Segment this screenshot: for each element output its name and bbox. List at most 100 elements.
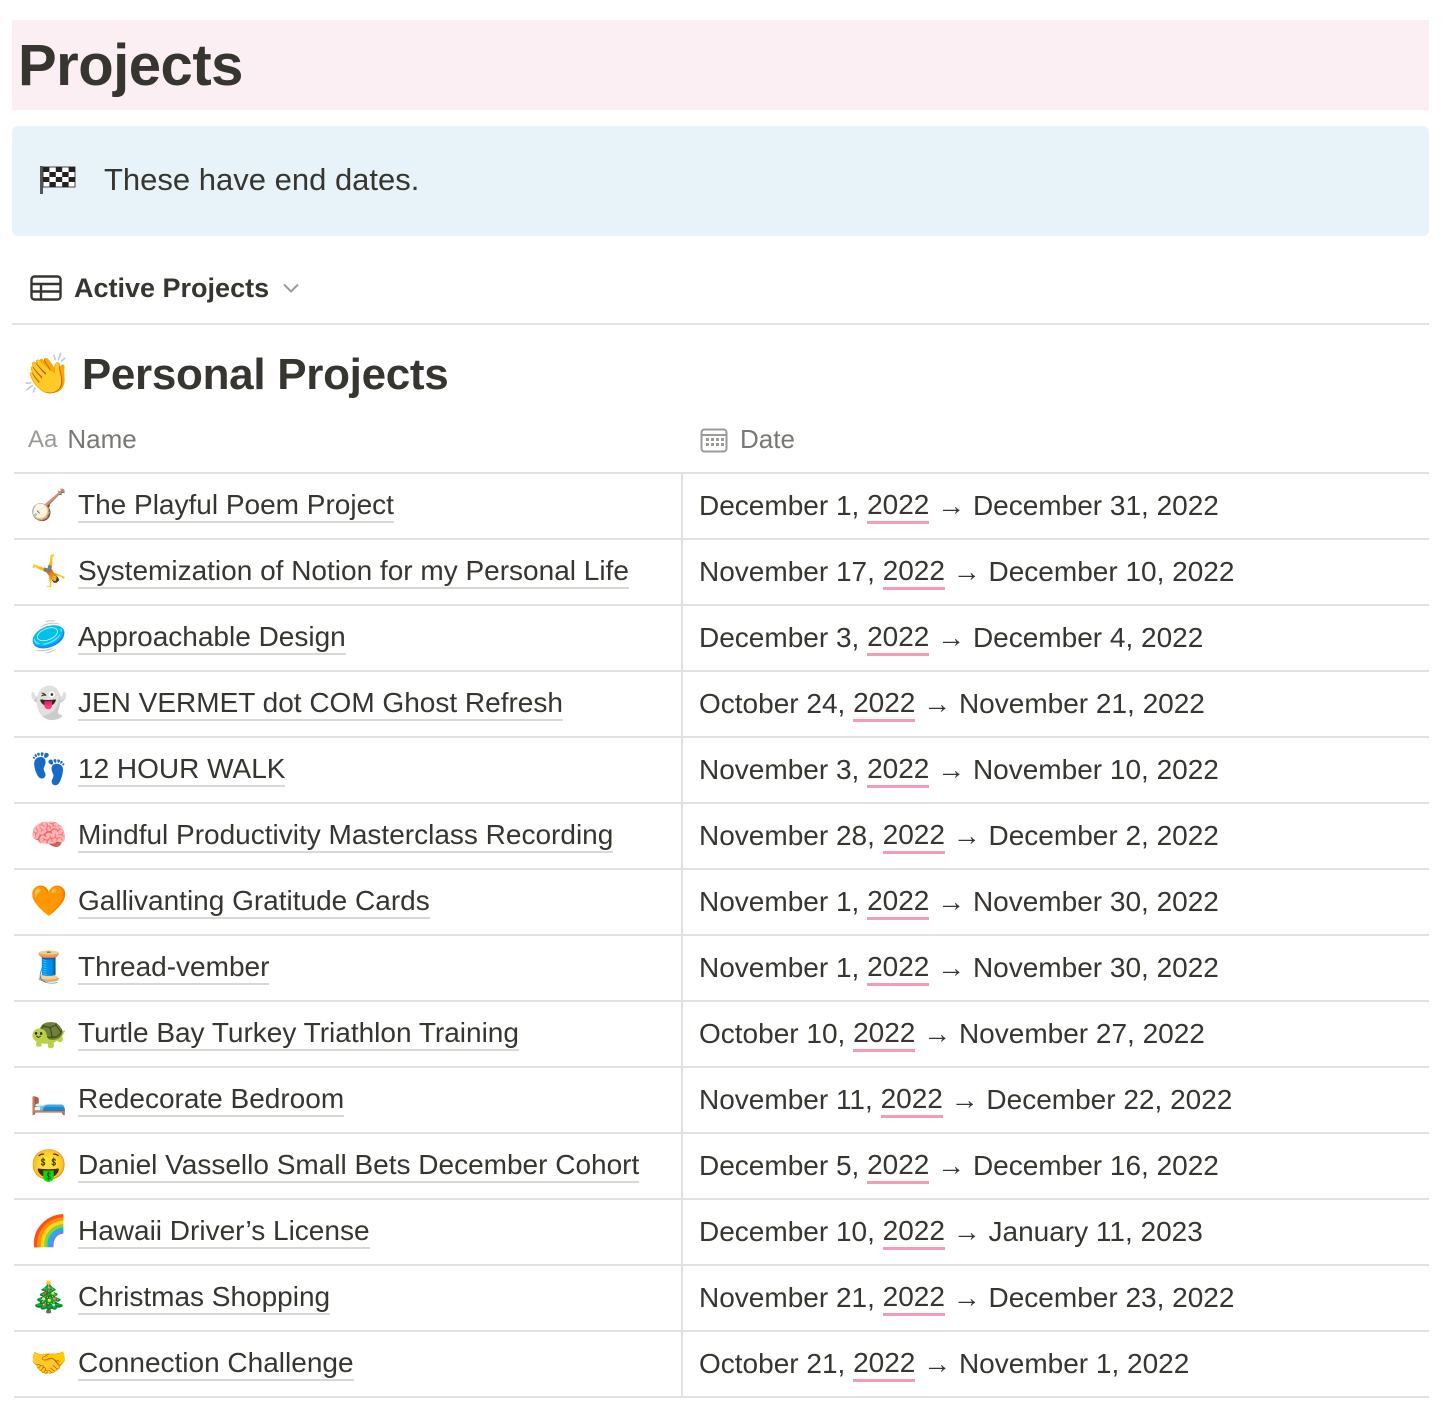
- name-cell[interactable]: 🤸 Systemization of Notion for my Personal…: [30, 540, 629, 604]
- name-cell[interactable]: 🎄 Christmas Shopping: [30, 1266, 331, 1330]
- page-title-link[interactable]: Approachable Design: [78, 621, 346, 656]
- page-title-link[interactable]: Mindful Productivity Masterclass Recordi…: [78, 819, 614, 854]
- table-row[interactable]: 🧠 Mindful Productivity Masterclass Record…: [14, 804, 1429, 870]
- page-title-link[interactable]: Thread-vember: [78, 951, 270, 986]
- page-title-link[interactable]: JEN VERMET dot COM Ghost Refresh: [78, 687, 563, 722]
- column-divider: [681, 474, 683, 538]
- date-cell[interactable]: December 10, 2022 → January 11, 2023: [699, 1200, 1203, 1264]
- column-divider: [681, 606, 683, 670]
- table-row[interactable]: 👻 JEN VERMET dot COM Ghost Refresh October…: [14, 672, 1429, 738]
- column-header-name[interactable]: Aa Name: [28, 424, 137, 455]
- name-cell[interactable]: 🐢 Turtle Bay Turkey Triathlon Training: [30, 1002, 519, 1066]
- date-cell[interactable]: October 10, 2022 → November 27, 2022: [699, 1002, 1205, 1066]
- view-tab-active-projects[interactable]: Active Projects: [30, 268, 299, 308]
- date-start-year: 2022: [867, 753, 930, 788]
- date-end: November 27, 2022: [958, 1018, 1205, 1049]
- date-start: October 21,: [699, 1348, 854, 1379]
- date-end: December 2, 2022: [988, 820, 1219, 851]
- name-cell[interactable]: 🪕 The Playful Poem Project: [30, 474, 394, 538]
- date-cell[interactable]: November 21, 2022 → December 23, 2022: [699, 1266, 1234, 1330]
- name-cell[interactable]: 🤑 Daniel Vassello Small Bets December Coh…: [30, 1134, 640, 1198]
- name-cell[interactable]: 👻 JEN VERMET dot COM Ghost Refresh: [30, 672, 563, 736]
- table-row[interactable]: 🐢 Turtle Bay Turkey Triathlon Training Oct…: [14, 1002, 1429, 1068]
- arrow-icon: →: [944, 1282, 989, 1313]
- table-row[interactable]: 🛏️ Redecorate Bedroom November 11, 2022 → …: [14, 1068, 1429, 1134]
- page-title-link[interactable]: Connection Challenge: [78, 1347, 354, 1382]
- table-row[interactable]: 🥏 Approachable Design December 3, 2022 → D…: [14, 606, 1429, 672]
- page-title[interactable]: Projects: [18, 34, 243, 98]
- date-start-year: 2022: [882, 555, 945, 590]
- date-start-year: 2022: [867, 951, 930, 986]
- date-cell[interactable]: November 17, 2022 → December 10, 2022: [699, 540, 1234, 604]
- group-title: Personal Projects: [81, 350, 449, 399]
- name-cell[interactable]: 🤝 Connection Challenge: [30, 1332, 354, 1396]
- page-title-link[interactable]: Systemization of Notion for my Personal …: [78, 555, 629, 590]
- date-cell[interactable]: October 24, 2022 → November 21, 2022: [699, 672, 1205, 736]
- page-title-banner: Projects: [12, 20, 1429, 110]
- table-row[interactable]: 🪕 The Playful Poem Project December 1, 202…: [14, 474, 1429, 540]
- column-header-name-label: Name: [67, 424, 137, 454]
- page-title-link[interactable]: The Playful Poem Project: [78, 489, 394, 524]
- clapping-hands-icon: 👏: [22, 353, 72, 397]
- arrow-icon: →: [915, 1018, 959, 1049]
- date-cell[interactable]: December 5, 2022 → December 16, 2022: [699, 1134, 1219, 1198]
- date-cell[interactable]: December 3, 2022 → December 4, 2022: [699, 606, 1203, 670]
- chevron-down-icon[interactable]: [283, 283, 299, 293]
- page-title-link[interactable]: Redecorate Bedroom: [78, 1083, 345, 1118]
- table-row[interactable]: 🌈 Hawaii Driver’s License December 10, 202…: [14, 1200, 1429, 1266]
- column-divider: [681, 1332, 683, 1396]
- name-cell[interactable]: 🥏 Approachable Design: [30, 606, 346, 670]
- page-emoji-icon: 🐢: [30, 1017, 68, 1050]
- name-cell[interactable]: 🧵 Thread-vember: [30, 936, 270, 1000]
- page-emoji-icon: 🥏: [30, 621, 68, 654]
- date-start-year: 2022: [882, 1281, 945, 1316]
- arrow-icon: →: [929, 1150, 973, 1181]
- arrow-icon: →: [942, 1084, 987, 1115]
- date-start: December 1,: [699, 490, 868, 521]
- table-row[interactable]: 🧵 Thread-vember November 1, 2022 → Novembe…: [14, 936, 1429, 1002]
- table-row[interactable]: 🧡 Gallivanting Gratitude Cards November 1,…: [14, 870, 1429, 936]
- date-cell[interactable]: November 3, 2022 → November 10, 2022: [699, 738, 1219, 802]
- table-row[interactable]: 🎄 Christmas Shopping November 21, 2022 → D…: [14, 1266, 1429, 1332]
- table-row[interactable]: 🤝 Connection Challenge October 21, 2022 → …: [14, 1332, 1429, 1398]
- date-end: December 10, 2022: [988, 556, 1235, 587]
- date-cell[interactable]: December 1, 2022 → December 31, 2022: [699, 474, 1219, 538]
- group-heading[interactable]: 👏 Personal Projects: [22, 350, 449, 400]
- date-cell[interactable]: November 28, 2022 → December 2, 2022: [699, 804, 1219, 868]
- date-start: November 3,: [699, 754, 868, 785]
- arrow-icon: →: [929, 490, 973, 521]
- callout-block[interactable]: These have end dates.: [12, 126, 1429, 236]
- page-title-link[interactable]: Hawaii Driver’s License: [78, 1215, 370, 1250]
- callout-text[interactable]: These have end dates.: [104, 162, 419, 198]
- table-row[interactable]: 👣 12 HOUR WALK November 3, 2022 → November…: [14, 738, 1429, 804]
- name-cell[interactable]: 🧠 Mindful Productivity Masterclass Record…: [30, 804, 614, 868]
- date-end: December 23, 2022: [988, 1282, 1235, 1313]
- page-title-link[interactable]: Christmas Shopping: [78, 1281, 331, 1316]
- date-cell[interactable]: October 21, 2022 → November 1, 2022: [699, 1332, 1189, 1396]
- date-cell[interactable]: November 1, 2022 → November 30, 2022: [699, 870, 1219, 934]
- date-start: December 10,: [699, 1216, 883, 1247]
- name-cell[interactable]: 🧡 Gallivanting Gratitude Cards: [30, 870, 430, 934]
- page-emoji-icon: 🤑: [30, 1149, 68, 1182]
- page-emoji-icon: 🌈: [30, 1215, 68, 1248]
- page-emoji-icon: 🧵: [30, 951, 68, 984]
- column-header-date[interactable]: Date: [700, 424, 795, 455]
- arrow-icon: →: [944, 820, 989, 851]
- page-title-link[interactable]: 12 HOUR WALK: [78, 753, 286, 788]
- projects-table: Aa Name Date 🪕 The Playful Poem Project De…: [14, 408, 1429, 1398]
- page-title-link[interactable]: Daniel Vassello Small Bets December Coho…: [78, 1149, 640, 1184]
- arrow-icon: →: [929, 754, 973, 785]
- name-cell[interactable]: 🌈 Hawaii Driver’s License: [30, 1200, 370, 1264]
- name-cell[interactable]: 🛏️ Redecorate Bedroom: [30, 1068, 345, 1132]
- name-cell[interactable]: 👣 12 HOUR WALK: [30, 738, 286, 802]
- page-title-link[interactable]: Gallivanting Gratitude Cards: [78, 885, 430, 920]
- text-property-icon: Aa: [28, 425, 58, 453]
- view-tab-label: Active Projects: [74, 272, 270, 303]
- column-divider: [681, 1266, 683, 1330]
- table-row[interactable]: 🤑 Daniel Vassello Small Bets December Coh…: [14, 1134, 1429, 1200]
- table-row[interactable]: 🤸 Systemization of Notion for my Personal…: [14, 540, 1429, 606]
- date-end: December 16, 2022: [972, 1150, 1219, 1181]
- date-cell[interactable]: November 1, 2022 → November 30, 2022: [699, 936, 1219, 1000]
- page-title-link[interactable]: Turtle Bay Turkey Triathlon Training: [78, 1017, 519, 1052]
- date-cell[interactable]: November 11, 2022 → December 22, 2022: [699, 1068, 1232, 1132]
